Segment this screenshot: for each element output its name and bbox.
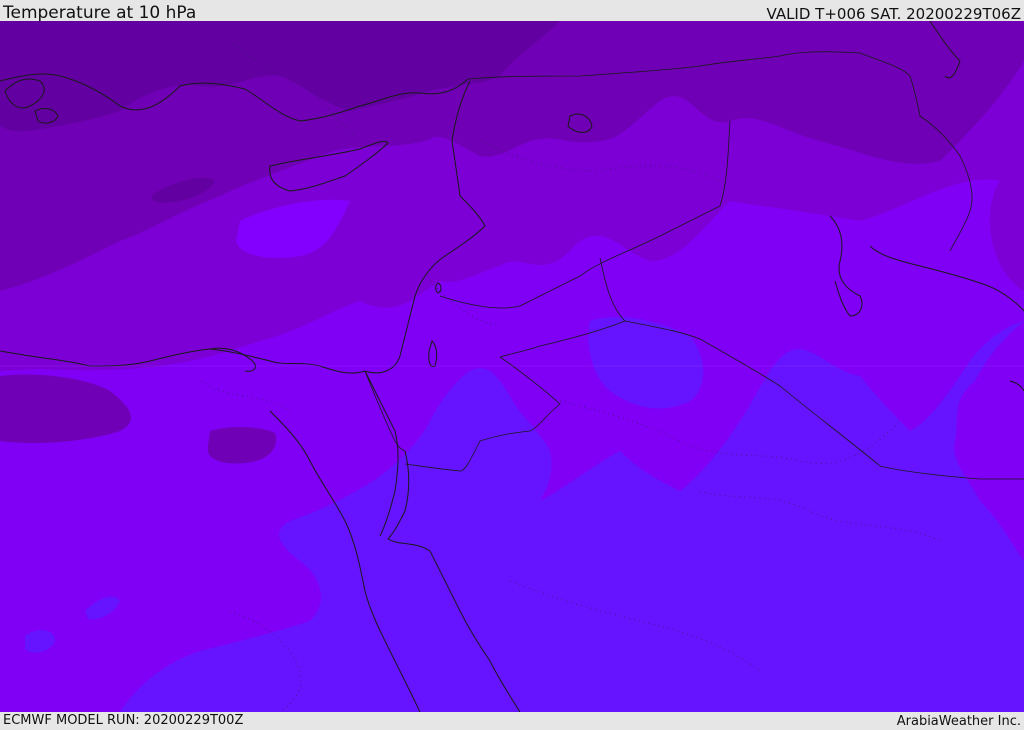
temperature-map-svg <box>0 21 1024 712</box>
footer-bar: ECMWF MODEL RUN: 20200229T00Z ArabiaWeat… <box>0 712 1024 729</box>
weather-map <box>0 21 1024 712</box>
credit-label: ArabiaWeather Inc. <box>896 714 1021 729</box>
model-run-label: ECMWF MODEL RUN: 20200229T00Z <box>3 713 244 728</box>
header-bar: Temperature at 10 hPa VALID T+006 SAT. 2… <box>0 0 1024 23</box>
map-title: Temperature at 10 hPa <box>3 3 197 23</box>
